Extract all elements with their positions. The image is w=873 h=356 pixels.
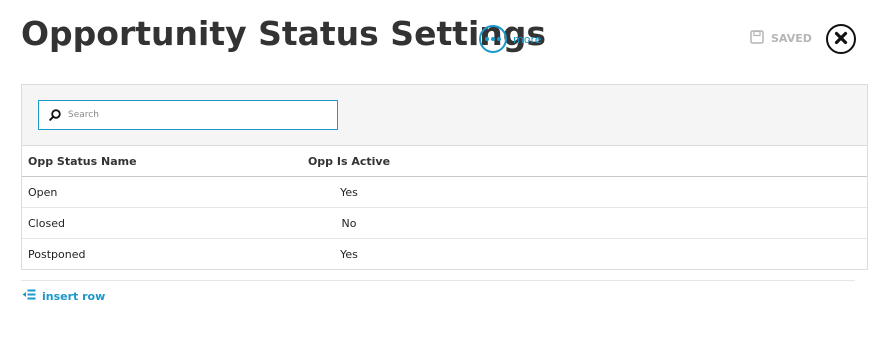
insert-row-button[interactable]: insert row (22, 289, 105, 303)
footer-divider (21, 280, 855, 281)
cell-status-name[interactable]: Open (22, 186, 294, 199)
table-row[interactable]: Closed No (22, 208, 867, 239)
cell-is-active[interactable]: Yes (294, 186, 404, 199)
page-title: Opportunity Status Settings (21, 14, 547, 53)
settings-grid: Opp Status Name Opp Is Active Open Yes C… (21, 84, 868, 270)
cell-is-active[interactable]: No (294, 217, 404, 230)
search-box[interactable] (38, 100, 338, 130)
grid-toolbar (22, 85, 867, 146)
search-icon (49, 106, 61, 125)
more-button[interactable]: more (479, 25, 542, 53)
insert-row-icon (22, 289, 36, 303)
ellipsis-circle-icon (479, 25, 507, 53)
table-row[interactable]: Postponed Yes (22, 239, 867, 270)
floppy-disk-icon (750, 29, 764, 47)
close-icon (834, 30, 848, 49)
table-row[interactable]: Open Yes (22, 177, 867, 208)
cell-status-name[interactable]: Closed (22, 217, 294, 230)
table-header: Opp Status Name Opp Is Active (22, 146, 867, 177)
column-header-opp-is-active[interactable]: Opp Is Active (294, 155, 404, 168)
more-label: more (513, 32, 542, 46)
search-input[interactable] (68, 110, 318, 120)
cell-status-name[interactable]: Postponed (22, 248, 294, 261)
cell-is-active[interactable]: Yes (294, 248, 404, 261)
saved-status: SAVED (750, 29, 812, 47)
saved-label: SAVED (771, 31, 812, 45)
insert-row-label: insert row (42, 289, 106, 303)
column-header-opp-status-name[interactable]: Opp Status Name (22, 155, 294, 168)
close-button[interactable] (826, 24, 856, 54)
